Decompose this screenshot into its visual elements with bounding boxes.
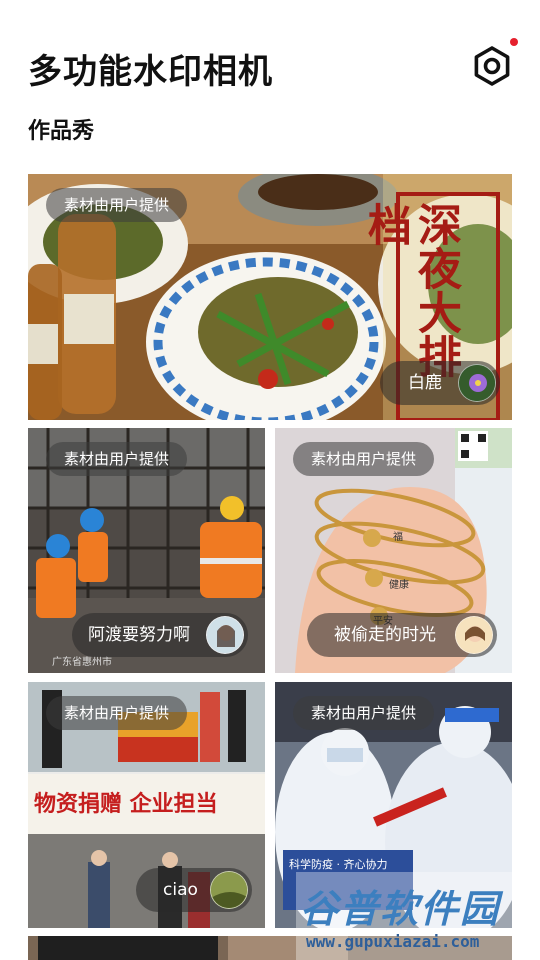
username: 阿渡要努力啊	[88, 625, 190, 645]
user-provided-tag: 素材由用户提供	[46, 696, 188, 730]
showcase-card[interactable]: 福 健康 平安 素材由用户提供 被偷走的时光	[275, 428, 512, 673]
user-provided-tag: 素材由用户提供	[293, 442, 435, 476]
watermark-url: www.gupuxiazai.com	[306, 932, 480, 951]
showcase-card[interactable]: 物资捐赠 企业担当 素材由用户提供 ciao	[28, 682, 265, 928]
settings-button[interactable]	[470, 44, 514, 88]
user-pill[interactable]: 白鹿	[380, 361, 500, 405]
card-overlay-text: 物资捐赠 企业担当	[34, 792, 218, 817]
section-title: 作品秀	[28, 119, 95, 144]
avatar	[455, 616, 493, 654]
user-pill[interactable]: 被偷走的时光	[307, 613, 497, 657]
showcase-card[interactable]: 素材由用户提供 广东省惠州市 阿渡要努力啊	[28, 428, 265, 673]
user-provided-tag: 素材由用户提供	[46, 442, 188, 476]
username: 白鹿	[408, 373, 442, 393]
user-pill[interactable]: 阿渡要努力啊	[72, 613, 248, 657]
settings-icon	[474, 46, 510, 86]
app-title: 多功能水印相机	[28, 52, 273, 92]
user-pill[interactable]: ciao	[136, 868, 252, 912]
card-overlay-text: 科学防疫 · 齐心协力	[289, 858, 388, 871]
site-watermark: 谷普软件园 www.gupuxiazai.com	[296, 872, 536, 960]
user-provided-tag: 素材由用户提供	[46, 188, 188, 222]
username: 被偷走的时光	[334, 625, 436, 645]
user-provided-tag: 素材由用户提供	[293, 696, 435, 730]
avatar	[458, 364, 496, 402]
avatar	[210, 871, 248, 909]
showcase-card[interactable]: 深夜大排档 素材由用户提供 白鹿	[28, 174, 512, 420]
username: ciao	[163, 880, 198, 900]
notification-dot	[510, 38, 518, 46]
bracelet-label: 健康	[389, 580, 409, 591]
watermark-text: 谷普软件园	[300, 887, 501, 931]
bracelet-label: 福	[393, 532, 403, 543]
avatar	[206, 616, 244, 654]
